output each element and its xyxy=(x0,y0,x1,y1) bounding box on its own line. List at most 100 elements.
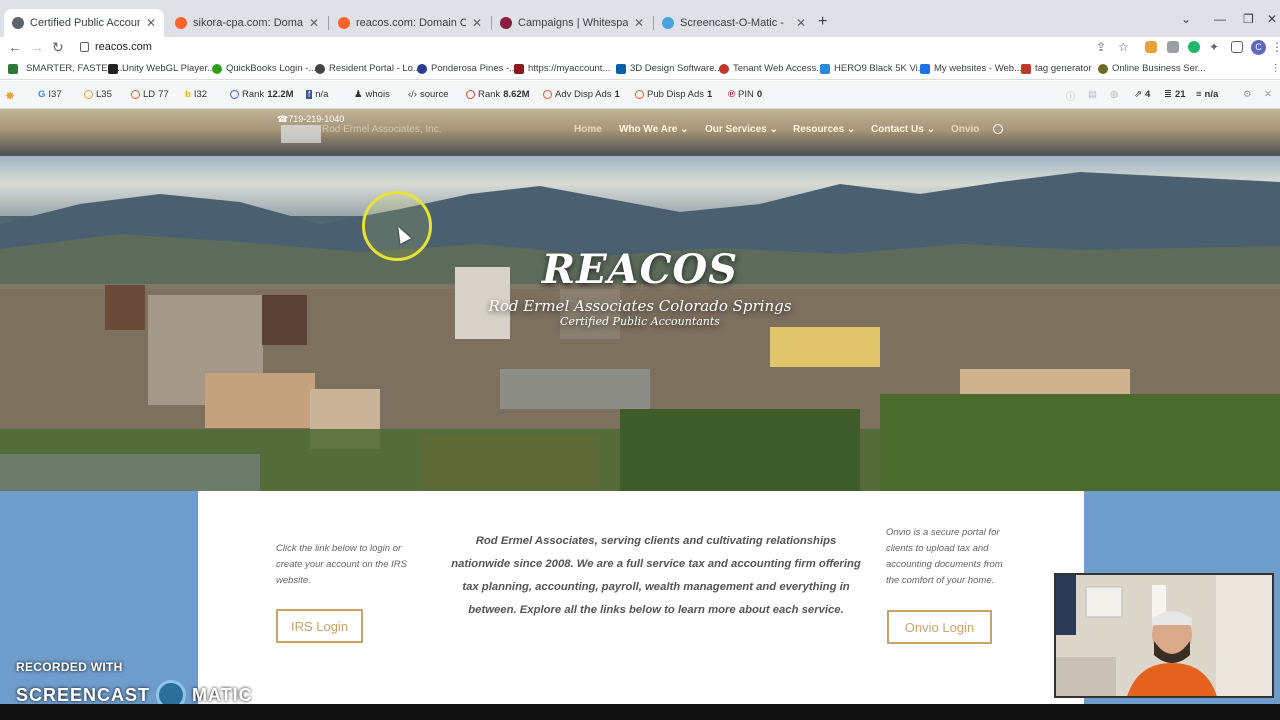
seo-facebook[interactable]: f n/a xyxy=(306,89,328,100)
tab-title: reacos.com: Domain Overview xyxy=(356,17,466,29)
irs-login-button[interactable]: IRS Login xyxy=(276,609,363,643)
hero-image: ☎719-219-1040 Rod Ermel Associates, Inc.… xyxy=(0,109,1280,491)
tab-reacos-domain-overview[interactable]: reacos.com: Domain Overview ✕ xyxy=(330,9,490,37)
seo-source[interactable]: ‹/› source xyxy=(408,89,448,100)
sidebar-icon[interactable] xyxy=(1231,41,1243,53)
bookmark-quickbooks[interactable]: QuickBooks Login -... xyxy=(212,63,316,74)
address-bar[interactable]: reacos.com xyxy=(95,41,152,53)
seoquake-logo-icon[interactable]: ✸ xyxy=(5,89,15,103)
nav-contact-us[interactable]: Contact Us ⌄ xyxy=(871,124,935,135)
extension-icon[interactable] xyxy=(1188,41,1200,53)
site-logo[interactable] xyxy=(281,125,321,143)
back-icon[interactable]: ← xyxy=(8,39,22,55)
seo-whois[interactable]: ♟ whois xyxy=(354,89,390,100)
close-icon[interactable]: ✕ xyxy=(146,16,156,30)
tab-certified-public-accountants[interactable]: Certified Public Accountants - C ✕ xyxy=(4,9,164,37)
seo-alexa-rank[interactable]: Rank 8.62M xyxy=(466,89,530,100)
onvio-login-button[interactable]: Onvio Login xyxy=(887,610,992,644)
extension-icon[interactable] xyxy=(1145,41,1157,53)
bookmark-icon xyxy=(1098,63,1108,74)
globe-icon[interactable]: ◍ xyxy=(1110,89,1118,100)
bookmark-label: My websites - Web... xyxy=(934,63,1022,74)
bookmark-hero9[interactable]: HERO9 Black 5K Vi... xyxy=(820,63,926,74)
lock-icon xyxy=(80,42,89,52)
close-icon[interactable]: ✕ xyxy=(1264,89,1272,100)
bookmark-tag-generator[interactable]: tag generator xyxy=(1021,63,1092,74)
nav-resources[interactable]: Resources ⌄ xyxy=(793,124,855,135)
window-close-icon[interactable]: ✕ xyxy=(1267,12,1277,26)
profile-avatar[interactable]: C xyxy=(1251,40,1266,55)
seo-semrush-rank[interactable]: Rank 12.2M xyxy=(230,89,294,100)
screencast-watermark: RECORDED WITH SCREENCAST MATIC xyxy=(16,660,253,710)
menu-icon[interactable]: ⋮ xyxy=(1271,40,1280,54)
bookmark-myaccount[interactable]: https://myaccount... xyxy=(514,63,610,74)
chart-icon[interactable]: ▤ xyxy=(1088,89,1097,100)
search-icon[interactable] xyxy=(993,124,1003,134)
seo-link-domains[interactable]: LD 77 xyxy=(131,89,169,100)
restore-icon[interactable]: ❐ xyxy=(1243,12,1254,26)
close-icon[interactable]: ✕ xyxy=(796,16,806,30)
settings-gear-icon[interactable]: ⚙ xyxy=(1243,89,1252,100)
whitespark-icon xyxy=(500,17,512,29)
irs-description-text: Click the link below to login or create … xyxy=(276,543,407,586)
webcam-overlay xyxy=(1054,573,1274,698)
star-icon[interactable]: ☆ xyxy=(1118,40,1129,54)
nav-our-services[interactable]: Our Services ⌄ xyxy=(705,124,778,135)
seo-icon xyxy=(543,90,552,99)
code-icon: ‹/› xyxy=(408,89,417,100)
tab-divider xyxy=(328,16,329,30)
bookmark-online-business[interactable]: Online Business Ser... xyxy=(1098,63,1205,74)
nav-who-we-are[interactable]: Who We Are ⌄ xyxy=(619,124,689,135)
tab-search-icon[interactable]: ⌄ xyxy=(1181,12,1191,26)
bookmark-ponderosa[interactable]: Ponderosa Pines -... xyxy=(417,63,517,74)
bookmark-tenant-web[interactable]: Tenant Web Access... xyxy=(719,63,824,74)
bookmark-icon xyxy=(719,63,729,74)
seo-bing-index[interactable]: b I32 xyxy=(185,89,207,100)
bookmark-label: HERO9 Black 5K Vi... xyxy=(834,63,926,74)
puzzle-icon[interactable]: ✦ xyxy=(1209,40,1219,54)
site-header: ☎719-219-1040 Rod Ermel Associates, Inc.… xyxy=(0,109,1280,156)
seo-external-links[interactable]: ⇗ 4 xyxy=(1134,89,1150,100)
seo-toolbar: ✸ G I37 L35 LD 77 b I32 Rank 12.2M f n/a ♟ who… xyxy=(0,81,1280,109)
close-icon[interactable]: ✕ xyxy=(309,16,319,30)
intro-paragraph: Rod Ermel Associates, serving clients an… xyxy=(451,535,861,616)
seo-density[interactable]: ≡ n/a xyxy=(1196,89,1218,100)
screencast-icon xyxy=(662,17,674,29)
nav-home[interactable]: Home xyxy=(574,124,602,135)
chevron-down-icon: ⌄ xyxy=(926,124,935,135)
bookmarks-overflow-icon[interactable]: ⋮ xyxy=(1271,63,1280,74)
bookmark-unity[interactable]: Unity WebGL Player... xyxy=(108,63,215,74)
tab-strip: Certified Public Accountants - C ✕ sikor… xyxy=(0,0,1280,37)
reload-icon[interactable]: ↻ xyxy=(52,39,64,56)
new-tab-icon[interactable]: + xyxy=(818,13,827,31)
seo-pub-disp-ads[interactable]: Pub Disp Ads 1 xyxy=(635,89,712,100)
extension-icon[interactable] xyxy=(1167,41,1179,53)
tab-sikora-domain-overview[interactable]: sikora-cpa.com: Domain Overvie ✕ xyxy=(167,9,327,37)
globe-icon xyxy=(12,17,24,29)
bookmark-icon xyxy=(108,63,118,74)
minimize-icon[interactable]: — xyxy=(1214,12,1226,26)
forward-icon[interactable]: → xyxy=(30,39,44,55)
webcam-image xyxy=(1056,575,1272,696)
seo-google-index[interactable]: G I37 xyxy=(38,89,62,100)
site-logo-text[interactable]: Rod Ermel Associates, Inc. xyxy=(322,124,442,135)
semrush-icon xyxy=(338,17,350,29)
bookmark-resident-portal[interactable]: Resident Portal - Lo... xyxy=(315,63,421,74)
nav-onvio[interactable]: Onvio xyxy=(951,124,979,135)
tab-screencast-o-matic[interactable]: Screencast-O-Matic - ✕ xyxy=(654,9,814,37)
hero-subtitle: Rod Ermel Associates Colorado Springs xyxy=(488,297,792,315)
list-icon: ≣ xyxy=(1164,89,1172,100)
seo-adv-disp-ads[interactable]: Adv Disp Ads 1 xyxy=(543,89,620,100)
tab-title: Certified Public Accountants - C xyxy=(30,17,140,29)
tab-whitespark-campaigns[interactable]: Campaigns | Whitespark Local C ✕ xyxy=(492,9,652,37)
browser-toolbar: ← → ↻ reacos.com ⇪ ☆ ✦ C ⋮ xyxy=(0,37,1280,59)
seo-internal-links[interactable]: ≣ 21 xyxy=(1164,89,1186,100)
share-icon[interactable]: ⇪ xyxy=(1096,40,1106,54)
seo-links[interactable]: L35 xyxy=(84,89,112,100)
bookmark-my-websites[interactable]: My websites - Web... xyxy=(920,63,1022,74)
bookmark-3d-design[interactable]: 3D Design Software... xyxy=(616,63,722,74)
close-icon[interactable]: ✕ xyxy=(472,16,482,30)
seo-pinterest[interactable]: ℗ PIN 0 xyxy=(728,89,762,100)
info-icon[interactable]: ⓘ xyxy=(1066,89,1076,103)
close-icon[interactable]: ✕ xyxy=(634,16,644,30)
